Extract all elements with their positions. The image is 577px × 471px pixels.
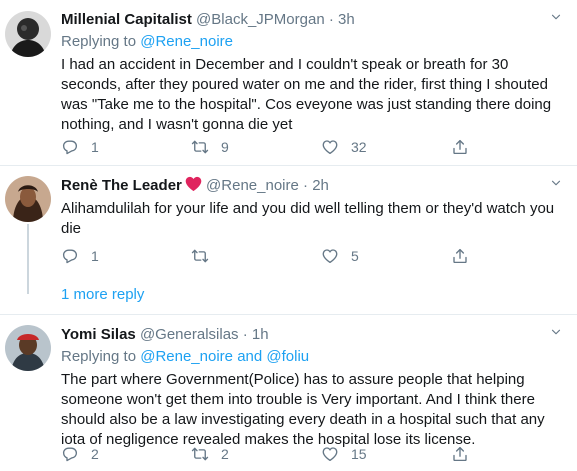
like-icon <box>321 445 339 463</box>
reply-count: 1 <box>91 248 99 264</box>
user-handle[interactable]: @Rene_noire <box>206 177 299 194</box>
user-handle[interactable]: @Generalsilas <box>140 326 239 343</box>
tweet-rene-the-leader[interactable]: Renè The Leader @Rene_noire · 2h Alihamd… <box>0 166 577 315</box>
like-icon <box>321 138 339 156</box>
timestamp[interactable]: 2h <box>312 177 329 194</box>
share-button[interactable] <box>451 246 491 266</box>
timestamp[interactable]: 3h <box>338 11 355 28</box>
caret-down-icon[interactable] <box>549 10 563 24</box>
share-icon <box>451 138 469 156</box>
retweet-count: 9 <box>221 139 229 155</box>
mention-link[interactable]: @Rene_noire <box>140 348 233 365</box>
like-button[interactable]: 15 <box>321 444 451 464</box>
retweet-button[interactable]: 2 <box>191 444 321 464</box>
tweet-header: Yomi Silas @Generalsilas · 1h <box>61 325 563 345</box>
tweet-actions: 1 9 32 <box>61 137 501 157</box>
replying-to: Replying to @Rene_noire <box>61 32 563 52</box>
reply-button[interactable]: 1 <box>61 246 191 266</box>
replying-to: Replying to @Rene_noire and @foliu <box>61 347 563 367</box>
tweet-actions: 1 5 <box>61 246 501 266</box>
reply-icon <box>61 247 79 265</box>
dot-separator: · <box>328 11 334 28</box>
replying-prefix: Replying to <box>61 348 137 365</box>
mention-link[interactable]: @foliu <box>266 348 309 365</box>
share-icon <box>451 445 469 463</box>
retweet-button[interactable]: 9 <box>191 137 321 157</box>
retweet-button[interactable] <box>191 246 321 266</box>
reply-button[interactable]: 2 <box>61 444 191 464</box>
retweet-count: 2 <box>221 446 229 462</box>
dot-separator: · <box>242 326 248 343</box>
replying-prefix: Replying to <box>61 33 137 50</box>
avatar[interactable] <box>5 325 51 371</box>
retweet-icon <box>191 138 209 156</box>
caret-down-icon[interactable] <box>549 325 563 339</box>
tweet-header: Renè The Leader @Rene_noire · 2h <box>61 176 563 196</box>
like-count: 5 <box>351 248 359 264</box>
retweet-icon <box>191 445 209 463</box>
tweet-text: I had an accident in December and I coul… <box>61 56 552 133</box>
display-name[interactable]: Yomi Silas <box>61 326 136 343</box>
avatar[interactable] <box>5 176 51 222</box>
share-button[interactable] <box>451 137 491 157</box>
reply-icon <box>61 445 79 463</box>
share-icon <box>451 247 469 265</box>
caret-down-icon[interactable] <box>549 176 563 190</box>
tweet-millenial-capitalist[interactable]: Millenial Capitalist @Black_JPMorgan · 3… <box>0 0 577 166</box>
like-button[interactable]: 32 <box>321 137 451 157</box>
user-handle[interactable]: @Black_JPMorgan <box>196 11 325 28</box>
like-count: 32 <box>351 139 367 155</box>
show-more-replies-link[interactable]: 1 more reply <box>61 286 144 303</box>
dot-separator: · <box>303 177 309 194</box>
reply-icon <box>61 138 79 156</box>
tweet-header: Millenial Capitalist @Black_JPMorgan · 3… <box>61 10 563 30</box>
mention-link[interactable]: @Rene_noire <box>140 33 233 50</box>
display-name[interactable]: Renè The Leader <box>61 177 182 194</box>
tweet-yomi-silas[interactable]: Yomi Silas @Generalsilas · 1h Replying t… <box>0 315 577 471</box>
avatar[interactable] <box>5 11 51 57</box>
tweet-text: The part where Government(Police) has to… <box>61 371 545 448</box>
tweet-actions: 2 2 15 <box>61 444 501 464</box>
like-button[interactable]: 5 <box>321 246 451 266</box>
thread-line <box>27 224 29 294</box>
red-heart-emoji <box>185 176 202 192</box>
reply-count: 2 <box>91 446 99 462</box>
share-button[interactable] <box>451 444 491 464</box>
timestamp[interactable]: 1h <box>252 326 269 343</box>
tweet-text: Alihamdulilah for your life and you did … <box>61 200 555 237</box>
like-icon <box>321 247 339 265</box>
replying-and: and <box>237 348 263 365</box>
retweet-icon <box>191 247 209 265</box>
reply-button[interactable]: 1 <box>61 137 191 157</box>
like-count: 15 <box>351 446 367 462</box>
display-name[interactable]: Millenial Capitalist <box>61 11 192 28</box>
reply-count: 1 <box>91 139 99 155</box>
